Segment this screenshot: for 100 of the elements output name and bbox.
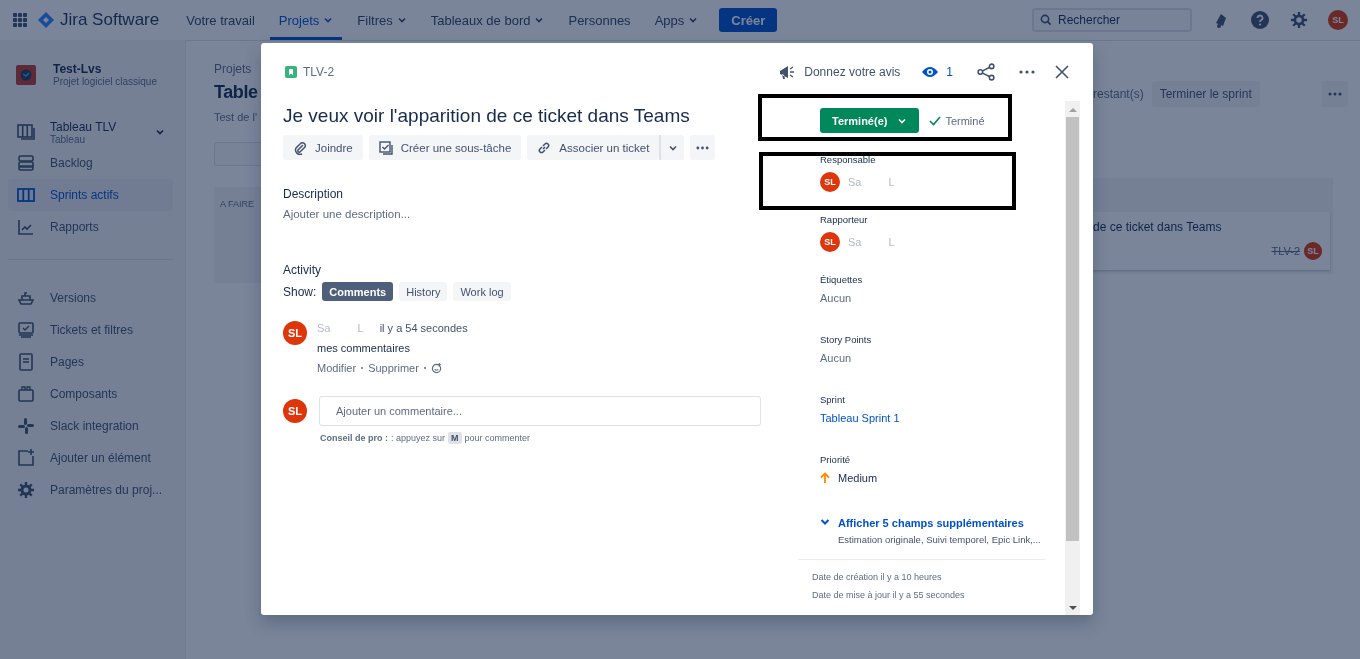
comment-field[interactable]: Ajouter un commentaire... xyxy=(319,396,761,426)
nav-menu-item[interactable]: Tableaux de bord xyxy=(421,0,554,40)
field-label: Responsable xyxy=(820,154,877,165)
breadcrumb-link[interactable]: Projets xyxy=(214,62,261,76)
document-icon xyxy=(16,352,36,372)
activity-filter[interactable]: History xyxy=(399,282,448,301)
action-button[interactable]: Associer un ticket xyxy=(527,135,660,160)
project-name[interactable]: Test-Lvs xyxy=(53,62,157,76)
scroll-down-icon[interactable] xyxy=(1068,605,1077,611)
help-icon[interactable] xyxy=(1250,10,1270,30)
shortcut-key: M xyxy=(448,432,462,444)
user-avatar[interactable]: SL xyxy=(1328,10,1348,30)
monitor-icon xyxy=(16,320,36,340)
nav-menu-item[interactable]: Projets xyxy=(269,0,343,40)
more-icon xyxy=(1327,92,1342,96)
feedback-button[interactable]: Donnez votre avis xyxy=(778,64,901,80)
field-value[interactable]: Aucun xyxy=(820,352,852,364)
section-heading: Description xyxy=(283,187,345,201)
board-icon xyxy=(16,122,36,142)
board-columns-icon xyxy=(16,185,36,205)
sidebar-item[interactable]: Paramètres du proj... xyxy=(8,474,173,506)
comment-action-link[interactable]: Modifier xyxy=(317,362,357,374)
settings-icon[interactable] xyxy=(1290,11,1308,29)
more-icon[interactable] xyxy=(1019,70,1035,74)
box-icon xyxy=(16,384,36,404)
field-label: Priorité xyxy=(820,454,852,465)
activity-filter[interactable]: Work log xyxy=(453,282,511,301)
comment-time: il y a 54 secondes xyxy=(379,322,468,334)
paperclip-icon xyxy=(293,140,307,155)
field-value[interactable]: Medium xyxy=(838,472,878,484)
field-label: Sprint xyxy=(820,394,846,405)
backlog-icon xyxy=(16,153,36,173)
emoji-icon[interactable] xyxy=(430,362,442,374)
page-subtitle: Test de l' xyxy=(214,111,259,123)
card-summary: de ce ticket dans Teams xyxy=(1093,220,1223,234)
slack-icon xyxy=(16,416,36,436)
more-actions-button[interactable] xyxy=(690,135,716,160)
eye-icon xyxy=(922,66,939,78)
add-item-icon xyxy=(16,448,36,468)
product-name[interactable]: Jira Software xyxy=(60,10,160,30)
section-heading: Activity xyxy=(283,263,322,277)
status-button[interactable]: Terminé(e) xyxy=(820,108,920,133)
card-key: TLV-2 xyxy=(1271,245,1300,257)
sidebar-item[interactable]: Ajouter un élément xyxy=(8,442,173,474)
link-icon xyxy=(537,140,552,155)
sprint-link[interactable]: Tableau Sprint 1 xyxy=(820,412,900,424)
board-name[interactable]: Tableau TLV xyxy=(50,119,141,134)
issue-card[interactable]: de ce ticket dans Teams TLV-2 SL xyxy=(1093,212,1330,270)
story-icon xyxy=(285,66,297,78)
scrollbar[interactable] xyxy=(1065,101,1080,615)
project-type: Projet logiciel classique xyxy=(53,76,157,87)
issue-summary[interactable]: Je veux voir l'apparition de ce ticket dans Teams xyxy=(283,105,761,127)
sidebar-item[interactable]: Pages xyxy=(8,346,173,378)
nav-menu-item[interactable]: Personnes xyxy=(559,0,640,40)
sidebar-item[interactable]: Sprints actifs xyxy=(8,179,173,211)
create-button[interactable]: Créer xyxy=(719,8,778,32)
user-name[interactable]: Sa L xyxy=(848,236,895,248)
sidebar-item[interactable]: Versions xyxy=(8,282,173,314)
user-avatar: SL xyxy=(283,399,307,423)
user-name[interactable]: Sa L xyxy=(848,176,895,188)
complete-sprint-button[interactable]: Terminer le sprint xyxy=(1151,81,1260,107)
comment-action-link[interactable]: Supprimer xyxy=(368,362,419,374)
resolution-text: Terminé xyxy=(945,114,985,127)
show-more-fields-link[interactable]: Afficher 5 champs supplémentaires xyxy=(838,517,1024,529)
share-icon[interactable] xyxy=(977,63,995,81)
megaphone-icon xyxy=(778,64,797,80)
activity-filter[interactable]: Comments xyxy=(322,282,394,301)
board-type: Tableau xyxy=(50,133,87,145)
field-value[interactable]: Aucun xyxy=(820,292,852,304)
date-text: Date de création il y a 10 heures xyxy=(812,572,943,582)
checkbox-icon xyxy=(378,140,393,155)
comment-author[interactable]: Sa L xyxy=(317,322,364,334)
date-text: Date de mise à jour il y a 55 secondes xyxy=(812,590,966,600)
close-icon[interactable] xyxy=(1055,65,1069,79)
action-button[interactable]: Créer une sous-tâche xyxy=(368,135,522,160)
search-field[interactable]: Rechercher xyxy=(1032,8,1192,32)
sidebar-item[interactable]: Tickets et filtres xyxy=(8,314,173,346)
user-avatar: SL xyxy=(820,232,840,252)
nav-menu-item[interactable]: Apps xyxy=(645,0,708,40)
issue-key[interactable]: TLV-2 xyxy=(303,65,335,79)
settings-icon xyxy=(16,480,36,500)
diamond-logo-icon xyxy=(38,12,54,28)
sidebar-item[interactable]: Composants xyxy=(8,378,173,410)
tip-label: Conseil de pro : xyxy=(320,433,388,443)
remaining-text: restant(s) xyxy=(1093,87,1144,101)
description-prompt[interactable]: Ajouter une description... xyxy=(283,208,761,220)
watchers-button[interactable]: 1 xyxy=(922,65,953,79)
nav-menu-item[interactable]: Votre travail xyxy=(177,0,264,40)
filter-field[interactable] xyxy=(214,142,261,166)
chevron-down-icon xyxy=(155,127,165,137)
sidebar-item[interactable]: Slack integration xyxy=(8,410,173,442)
scroll-up-icon[interactable] xyxy=(1068,107,1077,113)
nav-menu-item[interactable]: Filtres xyxy=(348,0,416,40)
check-icon xyxy=(929,115,942,126)
action-button[interactable]: Joindre xyxy=(283,135,363,160)
hidden-fields-hint: Estimation originale, Suivi temporel, Epic Link,... xyxy=(838,534,1041,545)
app-grid-icon[interactable] xyxy=(12,12,28,28)
sidebar-item[interactable]: Rapports xyxy=(8,211,173,243)
search-icon xyxy=(1040,14,1052,26)
sidebar-item[interactable]: Backlog xyxy=(8,147,173,179)
